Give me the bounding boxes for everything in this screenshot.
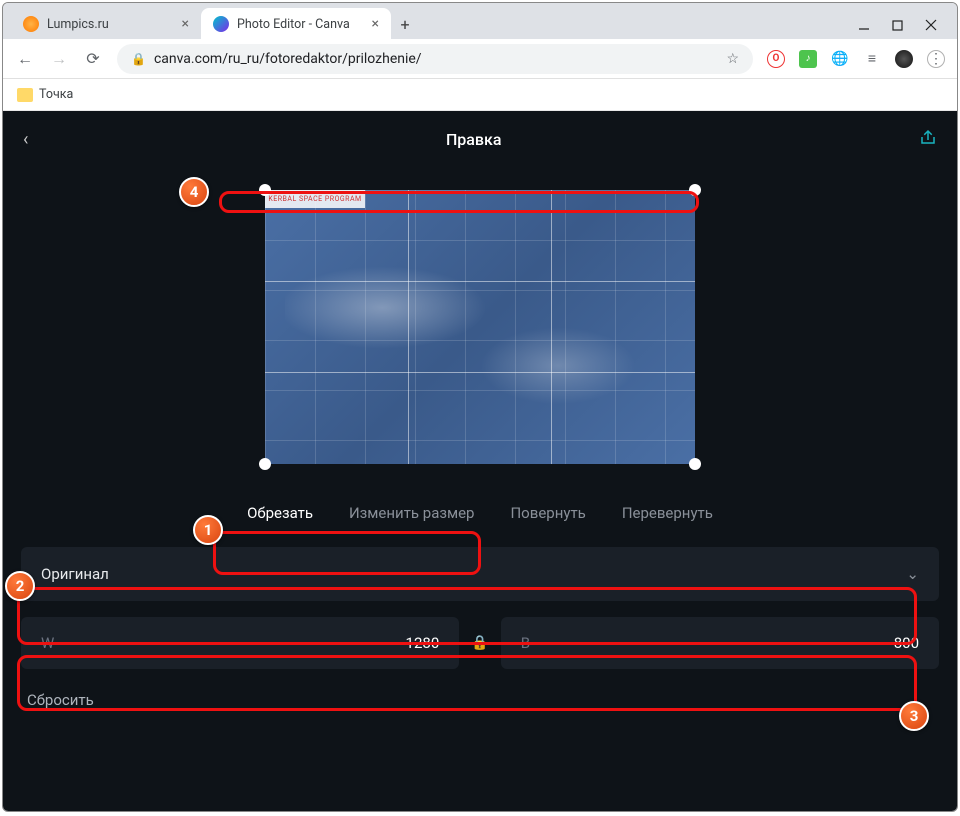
share-icon[interactable]	[919, 128, 937, 151]
profile-avatar[interactable]	[895, 50, 913, 68]
lock-aspect-icon[interactable]: 🔒	[471, 635, 488, 651]
tab-title: Photo Editor - Canva	[237, 17, 350, 32]
page-title: Правка	[28, 130, 919, 149]
ext-icon[interactable]: ♪	[799, 50, 817, 68]
canva-app: ‹ Правка KERBAL SPACE PROGRAM Обрезать И…	[3, 111, 957, 811]
reset-button[interactable]: Сбросить	[3, 677, 957, 723]
aspect-ratio-select[interactable]: Оригинал ⌄	[21, 547, 939, 601]
browser-window: Lumpics.ru × Photo Editor - Canva × + ← …	[2, 2, 958, 812]
tab-resize[interactable]: Изменить размер	[349, 504, 475, 522]
crop-handle-tl[interactable]	[259, 184, 271, 196]
url-text: canva.com/ru_ru/fotoredaktor/prilozhenie…	[154, 51, 422, 67]
window-controls	[858, 19, 949, 39]
close-icon[interactable]: ×	[182, 16, 189, 32]
favicon-lumpics	[23, 16, 39, 32]
tool-tabs: Обрезать Изменить размер Повернуть Перев…	[3, 487, 957, 539]
new-tab-button[interactable]: +	[391, 10, 419, 38]
annotation-badge-4: 4	[179, 177, 209, 207]
width-value: 1280	[406, 634, 440, 652]
ext-icon[interactable]: O	[767, 50, 785, 68]
crop-handle-bl[interactable]	[259, 458, 271, 470]
watermark: KERBAL SPACE PROGRAM	[265, 190, 365, 208]
favicon-canva	[213, 16, 229, 32]
address-bar: ← → ⟳ 🔒 canva.com/ru_ru/fotoredaktor/pri…	[3, 39, 957, 79]
app-header: ‹ Правка	[3, 111, 957, 167]
tab-crop[interactable]: Обрезать	[247, 504, 313, 522]
forward-button[interactable]: →	[49, 49, 69, 69]
tab-title: Lumpics.ru	[47, 17, 109, 32]
ext-icon[interactable]: ≡	[863, 50, 881, 68]
annotation-badge-3: 3	[899, 701, 929, 731]
tab-lumpics[interactable]: Lumpics.ru ×	[11, 8, 201, 40]
annotation-badge-2: 2	[5, 571, 35, 601]
tab-strip: Lumpics.ru × Photo Editor - Canva × +	[11, 3, 858, 39]
extensions: O ♪ 🌐 ≡ ⋮	[767, 50, 945, 68]
crop-handle-br[interactable]	[689, 458, 701, 470]
tab-flip[interactable]: Перевернуть	[622, 504, 713, 522]
url-field[interactable]: 🔒 canva.com/ru_ru/fotoredaktor/prilozhen…	[117, 44, 753, 74]
height-label: В	[521, 634, 530, 652]
tab-rotate[interactable]: Повернуть	[510, 504, 585, 522]
height-value: 800	[894, 634, 919, 652]
folder-icon	[17, 88, 33, 102]
ext-icon[interactable]: 🌐	[831, 50, 849, 68]
chevron-down-icon: ⌄	[906, 565, 919, 583]
reload-button[interactable]: ⟳	[83, 49, 103, 68]
bookmark-item[interactable]: Точка	[39, 87, 73, 102]
width-field[interactable]: W 1280	[21, 617, 459, 669]
bookmarks-bar: Точка	[3, 79, 957, 111]
annotation-badge-1: 1	[193, 515, 223, 545]
crop-handle-tr[interactable]	[689, 184, 701, 196]
image-preview[interactable]: KERBAL SPACE PROGRAM	[265, 190, 695, 464]
lock-icon: 🔒	[131, 52, 146, 66]
height-field[interactable]: В 800	[501, 617, 939, 669]
minimize-icon[interactable]	[858, 19, 870, 31]
aspect-label: Оригинал	[41, 565, 109, 583]
width-label: W	[41, 634, 54, 652]
dimensions-row: W 1280 🔒 В 800	[21, 617, 939, 669]
close-icon[interactable]	[925, 19, 937, 31]
menu-button[interactable]: ⋮	[927, 50, 945, 68]
tab-canva[interactable]: Photo Editor - Canva ×	[201, 8, 391, 40]
crop-frame[interactable]: KERBAL SPACE PROGRAM	[265, 190, 695, 464]
star-icon[interactable]: ☆	[726, 51, 739, 67]
close-icon[interactable]: ×	[372, 16, 379, 32]
back-button[interactable]: ←	[15, 49, 35, 69]
canvas-area: KERBAL SPACE PROGRAM	[3, 167, 957, 487]
titlebar: Lumpics.ru × Photo Editor - Canva × +	[3, 3, 957, 39]
maximize-icon[interactable]	[892, 20, 903, 31]
